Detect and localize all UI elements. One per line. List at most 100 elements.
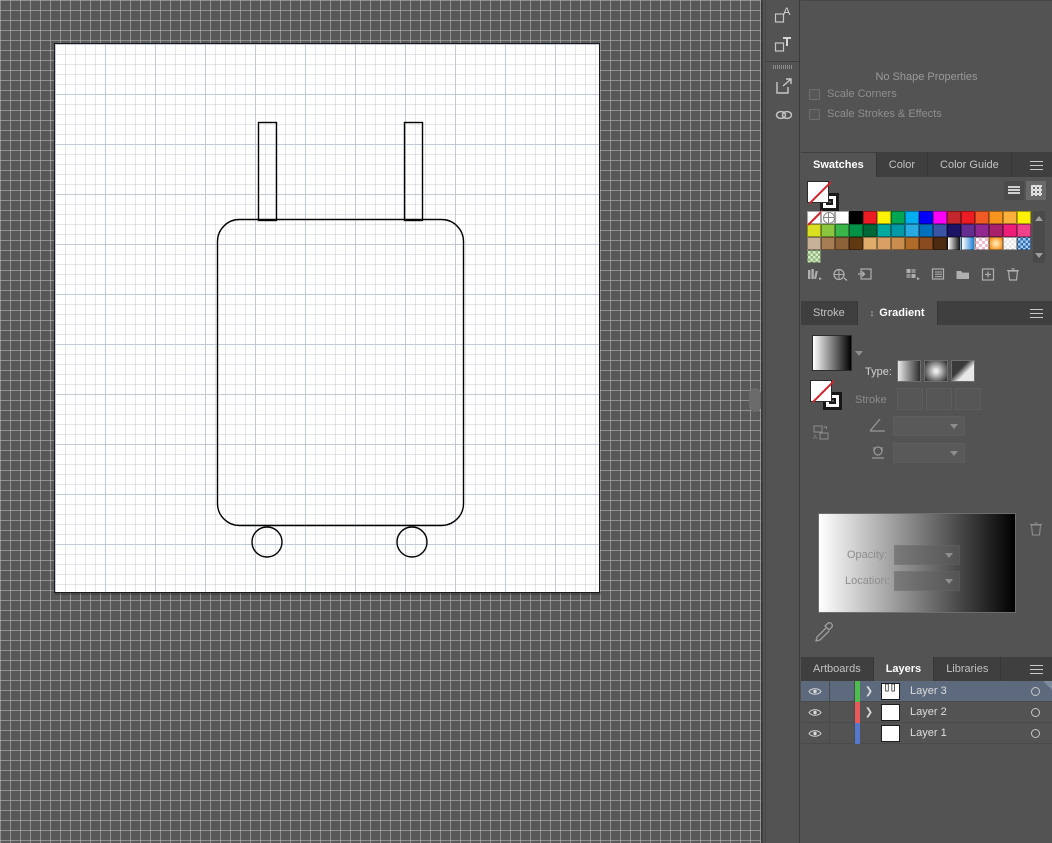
layer-name[interactable]: Layer 2 [900,706,1018,718]
gradient-presets-caret-icon[interactable] [855,351,863,356]
layer-target-indicator[interactable] [1018,707,1052,717]
swatch-1-3[interactable] [849,224,863,237]
swatch-scrollbar[interactable] [1033,211,1045,263]
radial-gradient-button[interactable] [924,360,948,382]
scroll-up-arrow-icon[interactable] [1035,213,1043,221]
stroke-within-button[interactable] [897,388,923,410]
swatch-0-5[interactable] [877,211,891,224]
tab-color[interactable]: Color [876,153,929,177]
new-swatch-icon[interactable] [980,267,996,282]
tab-color-guide[interactable]: Color Guide [928,153,1012,177]
new-color-group-icon[interactable] [955,267,971,282]
swatch-0-14[interactable] [1003,211,1017,224]
swatch-gradient-white-black[interactable] [947,237,961,250]
export-selection-icon[interactable] [766,71,801,100]
area-type-tool-icon[interactable]: A [766,0,801,29]
swatch-1-6[interactable] [891,224,905,237]
layer-visibility-toggle[interactable] [801,687,829,696]
swatch-2-9[interactable] [933,237,947,250]
swatch-2-2[interactable] [835,237,849,250]
swatch-0-15[interactable] [1017,211,1031,224]
collapse-panel-handle[interactable] [749,388,761,412]
swatch-1-14[interactable] [1003,224,1017,237]
tab-gradient[interactable]: ↕ Gradient [857,301,938,325]
layer-visibility-toggle[interactable] [801,729,829,738]
swatch-1-8[interactable] [919,224,933,237]
tab-artboards[interactable]: Artboards [801,657,874,681]
swatch-0-2[interactable] [835,211,849,224]
swatch-options-icon[interactable] [905,267,921,282]
swatch-1-15[interactable] [1017,224,1031,237]
gradient-fill-swatch[interactable] [812,335,852,371]
swatch-0-12[interactable] [975,211,989,224]
gradient-angle-field[interactable] [893,416,965,436]
swatch-0-8[interactable] [919,211,933,224]
gradient-fill-stroke-indicator[interactable] [810,380,846,414]
delete-swatch-icon[interactable] [1005,267,1021,282]
link-chain-icon[interactable] [766,100,801,129]
type-on-path-tool-icon[interactable] [766,29,801,58]
layer-lock-toggle[interactable] [829,701,855,723]
swatch-registration[interactable] [821,211,835,224]
tab-swatches[interactable]: Swatches [801,153,877,177]
freeform-gradient-button[interactable] [951,360,975,382]
layer-name[interactable]: Layer 3 [900,685,1018,697]
layers-list[interactable]: ❯ Layer 3 ❯ Layer 2 Layer 1 [801,680,1052,825]
tab-libraries[interactable]: Libraries [934,657,1002,681]
swatch-0-9[interactable] [933,211,947,224]
gradient-panel-menu-button[interactable] [1021,301,1052,325]
layer-expand-arrow[interactable]: ❯ [860,686,878,697]
swatch-2-1[interactable] [821,237,835,250]
swatch-2-7[interactable] [905,237,919,250]
gradient-fill-swatch-none[interactable] [810,380,832,402]
layer-target-indicator[interactable] [1018,728,1052,738]
layer-lock-toggle[interactable] [829,680,855,702]
swatch-0-7[interactable] [905,211,919,224]
swatch-pattern-pink-check[interactable] [975,237,989,250]
scroll-down-arrow-icon[interactable] [1035,253,1043,261]
swatch-none[interactable] [807,211,821,224]
layer-expand-arrow[interactable]: ❯ [860,707,878,718]
grid-view-button[interactable] [1026,181,1046,200]
scale-strokes-effects-checkbox[interactable] [809,108,820,120]
swatch-2-3[interactable] [849,237,863,250]
fill-swatch-none[interactable] [807,181,829,203]
artboard[interactable] [54,43,600,593]
layer-row[interactable]: ❯ Layer 2 [801,701,1052,723]
list-view-button[interactable] [1004,181,1024,200]
show-swatch-kinds-icon[interactable] [857,267,873,282]
swatch-pattern-blue-tile[interactable] [1017,237,1031,250]
swatch-gradient-blue[interactable] [961,237,975,250]
fill-stroke-indicator[interactable] [807,181,841,211]
swatch-2-0[interactable] [807,237,821,250]
swatch-1-7[interactable] [905,224,919,237]
swatch-1-13[interactable] [989,224,1003,237]
swatch-1-9[interactable] [933,224,947,237]
artboard-canvas[interactable] [0,0,763,843]
swatch-1-11[interactable] [961,224,975,237]
layer-visibility-toggle[interactable] [801,708,829,717]
layer-name[interactable]: Layer 1 [900,727,1018,739]
swatch-0-11[interactable] [961,211,975,224]
swatch-1-1[interactable] [821,224,835,237]
scale-corners-checkbox[interactable] [809,88,820,100]
layer-lock-toggle[interactable] [829,722,855,744]
swatch-pattern-white-check[interactable] [1003,237,1017,250]
swatch-libraries-icon[interactable] [807,267,823,282]
swatch-1-0[interactable] [807,224,821,237]
swatch-0-6[interactable] [891,211,905,224]
layers-panel-menu-button[interactable] [1021,657,1052,681]
tab-stroke[interactable]: Stroke [801,301,858,325]
tool-drag-dots[interactable] [766,62,799,71]
swatch-0-4[interactable] [863,211,877,224]
layer-row[interactable]: Layer 1 [801,722,1052,744]
swatch-1-2[interactable] [835,224,849,237]
swatch-2-5[interactable] [877,237,891,250]
swatch-grid[interactable] [807,211,1031,263]
color-group-icon[interactable] [832,267,848,282]
swatches-panel-menu-button[interactable] [1021,153,1052,177]
swatch-1-5[interactable] [877,224,891,237]
scale-corners-checkbox-row[interactable]: Scale Corners [801,84,1052,104]
eyedropper-icon[interactable] [815,621,833,643]
gradient-aspect-ratio-field[interactable] [893,443,965,463]
